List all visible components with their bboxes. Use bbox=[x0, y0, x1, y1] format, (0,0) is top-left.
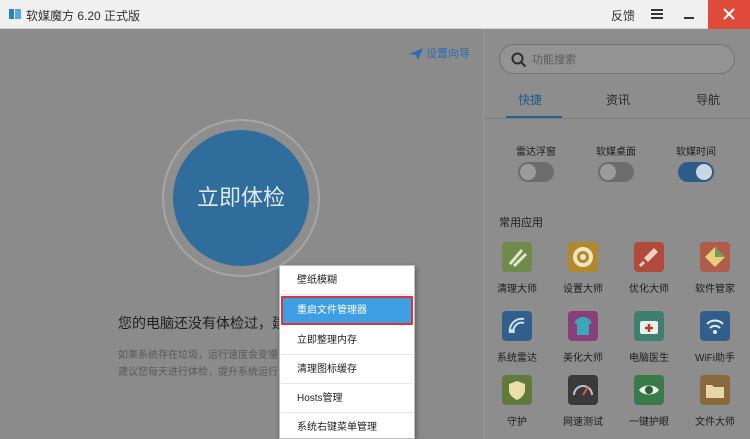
section-title-common-apps: 常用应用 bbox=[499, 217, 543, 229]
toggle-label-radar: 雷达浮窗 bbox=[516, 147, 556, 158]
window-title: 软媒魔方 6.20 正式版 bbox=[26, 9, 141, 23]
app-label: 优化大师 bbox=[629, 284, 669, 295]
menu-item-restart-explorer[interactable]: 重启文件管理器 bbox=[281, 296, 413, 325]
menu-icon[interactable] bbox=[650, 7, 664, 21]
tab-bar: 快捷 资讯 导航 bbox=[484, 89, 750, 119]
broom-icon bbox=[502, 242, 532, 272]
toggle-label-desktop: 软媒桌面 bbox=[596, 147, 636, 158]
app-label: 设置大师 bbox=[563, 284, 603, 295]
toggle-knob bbox=[520, 164, 536, 180]
folder-icon bbox=[700, 375, 730, 405]
toggle-radar[interactable] bbox=[518, 162, 554, 182]
toggle-knob bbox=[600, 164, 616, 180]
menu-item-context-menu-manager[interactable]: 系统右键菜单管理 bbox=[281, 413, 413, 439]
menu-item-clean-memory[interactable]: 立即整理内存 bbox=[281, 326, 413, 355]
toggle-label-time: 软媒时间 bbox=[676, 147, 716, 158]
context-menu: 壁纸模糊 重启文件管理器 立即整理内存 清理图标缓存 Hosts管理 系统右键菜… bbox=[279, 265, 415, 439]
app-tile-file-master[interactable]: 文件大师 bbox=[682, 375, 748, 435]
app-label: 系统雷达 bbox=[497, 353, 537, 364]
menu-item-hosts-manager[interactable]: Hosts管理 bbox=[281, 384, 413, 413]
close-button[interactable] bbox=[708, 0, 750, 29]
eye-icon bbox=[634, 375, 664, 405]
search-input[interactable] bbox=[532, 51, 722, 69]
app-label: 电脑医生 bbox=[629, 353, 669, 364]
menu-item-wallpaper-blur[interactable]: 壁纸模糊 bbox=[281, 266, 413, 295]
app-tile-cleaner[interactable]: 清理大师 bbox=[484, 242, 550, 302]
app-tile-settings[interactable]: 设置大师 bbox=[550, 242, 616, 302]
setup-guide-link[interactable]: 设置向导 bbox=[408, 45, 470, 61]
feedback-button[interactable]: 反馈 bbox=[611, 7, 635, 24]
medkit-icon bbox=[634, 311, 664, 341]
title-bar: 软媒魔方 6.20 正式版 反馈 bbox=[0, 0, 750, 29]
app-label: WiFi助手 bbox=[695, 353, 735, 364]
toggle-knob bbox=[696, 164, 712, 180]
hint-line-1: 如果系统存在垃圾，运行速度会变慢 bbox=[118, 350, 278, 361]
toggle-desktop[interactable] bbox=[598, 162, 634, 182]
diamond-icon bbox=[700, 242, 730, 272]
close-icon bbox=[723, 8, 735, 20]
app-tile-eye-care[interactable]: 一键护眼 bbox=[616, 375, 682, 435]
search-box[interactable] bbox=[499, 44, 735, 74]
app-logo-icon bbox=[9, 9, 21, 19]
app-tile-pc-doctor[interactable]: 电脑医生 bbox=[616, 311, 682, 371]
tshirt-icon bbox=[568, 311, 598, 341]
app-label: 美化大师 bbox=[563, 353, 603, 364]
setup-guide-label: 设置向导 bbox=[426, 48, 470, 60]
minimize-icon[interactable] bbox=[681, 7, 697, 21]
app-tile-beautify[interactable]: 美化大师 bbox=[550, 311, 616, 371]
rocket-icon bbox=[634, 242, 664, 272]
app-label: 清理大师 bbox=[497, 284, 537, 295]
app-label: 文件大师 bbox=[695, 417, 735, 428]
tab-news[interactable]: 资讯 bbox=[606, 91, 630, 108]
app-label: 一键护眼 bbox=[629, 417, 669, 428]
tab-navigation[interactable]: 导航 bbox=[696, 91, 720, 108]
app-tile-guard[interactable]: 守护 bbox=[484, 375, 550, 435]
checkup-notice: 您的电脑还没有体检过，建 bbox=[118, 315, 286, 331]
toggle-time[interactable] bbox=[678, 162, 714, 182]
app-tile-optimizer[interactable]: 优化大师 bbox=[616, 242, 682, 302]
search-icon bbox=[511, 52, 527, 68]
app-tile-speed-test[interactable]: 网速测试 bbox=[550, 375, 616, 435]
app-tile-wifi-helper[interactable]: WiFi助手 bbox=[682, 311, 748, 371]
gear-icon bbox=[568, 242, 598, 272]
wifi-icon bbox=[700, 311, 730, 341]
app-label: 守护 bbox=[507, 417, 527, 428]
app-tile-software-manager[interactable]: 软件管家 bbox=[682, 242, 748, 302]
radar-icon bbox=[502, 311, 532, 341]
start-checkup-button[interactable]: 立即体检 bbox=[173, 130, 309, 266]
speedometer-icon bbox=[568, 375, 598, 405]
menu-item-clear-icon-cache[interactable]: 清理图标缓存 bbox=[281, 355, 413, 384]
tab-divider bbox=[484, 118, 750, 119]
hint-line-2: 建议您每天进行体检，提升系统运行 bbox=[118, 367, 278, 378]
app-label: 软件管家 bbox=[695, 284, 735, 295]
app-tile-system-radar[interactable]: 系统雷达 bbox=[484, 311, 550, 371]
shield-icon bbox=[502, 375, 532, 405]
paper-plane-icon bbox=[409, 48, 423, 61]
side-panel: 快捷 资讯 导航 雷达浮窗 软媒桌面 软媒时间 常用应用 清理大师 设置大师 优… bbox=[483, 29, 750, 439]
app-label: 网速测试 bbox=[563, 417, 603, 428]
tab-shortcuts[interactable]: 快捷 bbox=[518, 91, 542, 108]
